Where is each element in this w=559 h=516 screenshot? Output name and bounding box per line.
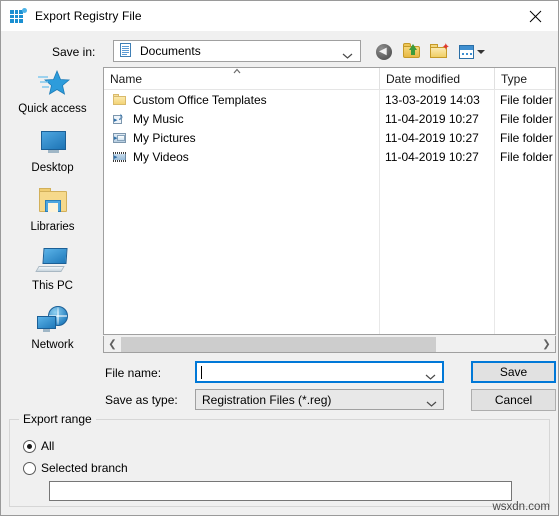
documents-icon — [118, 43, 134, 59]
file-type-cell: File folder — [500, 111, 553, 126]
table-row[interactable]: ▸ My Pictures 11-04-2019 10:27 File fold… — [104, 128, 555, 147]
cancel-button[interactable]: Cancel — [471, 389, 556, 411]
radio-label: Selected branch — [41, 461, 128, 475]
file-name-label: File name: — [105, 366, 162, 380]
window-title: Export Registry File — [35, 9, 142, 23]
table-row[interactable]: Custom Office Templates 13-03-2019 14:03… — [104, 90, 555, 109]
scroll-left-icon[interactable]: ❮ — [104, 337, 121, 352]
column-header-label: Type — [501, 71, 528, 86]
export-registry-file-dialog: Export Registry File Save in: Documents — [0, 0, 559, 516]
file-rows: Custom Office Templates 13-03-2019 14:03… — [104, 90, 555, 334]
place-network[interactable]: Network — [5, 302, 100, 361]
column-headers: Name Date modified Type — [104, 68, 555, 90]
table-row[interactable]: ▸ My Videos 11-04-2019 10:27 File folder — [104, 147, 555, 166]
text-caret — [201, 365, 202, 379]
file-name-cell: Custom Office Templates — [104, 92, 379, 108]
file-date-cell: 11-04-2019 10:27 — [385, 149, 479, 164]
file-date-cell: 11-04-2019 10:27 — [385, 130, 479, 145]
column-header-date-modified[interactable]: Date modified — [379, 68, 494, 89]
place-this-pc[interactable]: This PC — [5, 243, 100, 302]
file-type-cell: File folder — [500, 149, 553, 164]
file-date-cell: 11-04-2019 10:27 — [385, 111, 479, 126]
folder-up-icon[interactable] — [401, 41, 423, 63]
music-folder-icon: ▸ ♪ — [113, 110, 124, 124]
save-as-type-combobox[interactable]: Registration Files (*.reg) — [195, 389, 444, 410]
file-type-cell: File folder — [500, 130, 553, 145]
file-type-cell: File folder — [500, 92, 553, 107]
star-icon — [35, 68, 71, 101]
new-folder-icon[interactable]: ✦ — [429, 41, 451, 63]
scrollbar-track[interactable] — [121, 336, 538, 352]
save-as-type-label: Save as type: — [105, 393, 178, 407]
column-divider — [494, 90, 495, 334]
file-name-cell: ▸ My Videos — [104, 149, 379, 165]
computer-icon — [34, 245, 71, 278]
place-label: Network — [31, 339, 74, 351]
radio-button[interactable] — [23, 439, 36, 453]
folder-icon — [112, 92, 128, 108]
column-header-name[interactable]: Name — [104, 68, 379, 89]
selected-branch-input[interactable] — [49, 481, 512, 501]
places-bar: Quick access Desktop Libraries This PC N… — [5, 66, 100, 362]
save-in-combobox[interactable]: Documents — [113, 40, 361, 62]
column-header-type[interactable]: Type — [494, 68, 555, 89]
place-label: Libraries — [30, 221, 75, 233]
save-button[interactable]: Save — [471, 361, 556, 383]
videos-folder-icon: ▸ — [112, 149, 128, 165]
place-label: Desktop — [31, 162, 74, 174]
place-quick-access[interactable]: Quick access — [5, 66, 100, 125]
file-name-text: Custom Office Templates — [133, 92, 267, 107]
file-list[interactable]: Name Date modified Type Custom Office Te… — [103, 67, 556, 335]
file-name-text: My Pictures — [133, 130, 196, 145]
radio-button[interactable] — [23, 461, 36, 475]
radio-option-selected-branch[interactable]: Selected branch — [23, 461, 128, 475]
column-header-label: Name — [110, 71, 143, 86]
export-range-title: Export range — [19, 412, 96, 426]
chevron-down-icon[interactable] — [426, 395, 437, 413]
watermark: wsxdn.com — [492, 501, 550, 513]
title-bar: Export Registry File — [1, 1, 558, 31]
views-icon[interactable] — [457, 41, 485, 63]
radio-label: All — [41, 439, 55, 453]
close-icon[interactable] — [512, 1, 558, 31]
save-in-label: Save in: — [52, 45, 96, 59]
file-name-input[interactable] — [195, 361, 444, 383]
radio-option-all[interactable]: All — [23, 439, 54, 453]
place-libraries[interactable]: Libraries — [5, 184, 100, 243]
back-arrow-icon[interactable]: ◀ — [373, 41, 395, 63]
file-name-cell: ▸ ♪ My Music — [104, 111, 379, 127]
horizontal-scrollbar[interactable]: ❮ ❯ — [103, 336, 556, 353]
save-in-value: Documents — [140, 44, 201, 58]
chevron-down-icon — [342, 47, 353, 65]
file-name-text: My Videos — [133, 149, 189, 164]
pictures-folder-icon: ▸ — [112, 130, 128, 146]
registry-icon — [10, 8, 27, 24]
scroll-right-icon[interactable]: ❯ — [538, 337, 555, 352]
monitor-icon — [35, 127, 71, 160]
file-name-cell: ▸ My Pictures — [104, 130, 379, 146]
chevron-down-icon[interactable] — [425, 368, 436, 386]
table-row[interactable]: ▸ ♪ My Music 11-04-2019 10:27 File folder — [104, 109, 555, 128]
save-as-type-value: Registration Files (*.reg) — [202, 392, 332, 407]
place-desktop[interactable]: Desktop — [5, 125, 100, 184]
sort-ascending-icon — [232, 68, 242, 74]
file-date-cell: 13-03-2019 14:03 — [385, 92, 480, 107]
column-header-label: Date modified — [386, 71, 461, 86]
libraries-folder-icon — [35, 186, 71, 219]
file-name-text: My Music — [133, 111, 184, 126]
scrollbar-thumb[interactable] — [121, 336, 436, 352]
network-globe-icon — [35, 304, 71, 337]
column-divider — [379, 90, 380, 334]
place-label: Quick access — [18, 103, 87, 115]
navigation-toolbar: ◀ ✦ — [373, 40, 485, 63]
place-label: This PC — [32, 280, 73, 292]
